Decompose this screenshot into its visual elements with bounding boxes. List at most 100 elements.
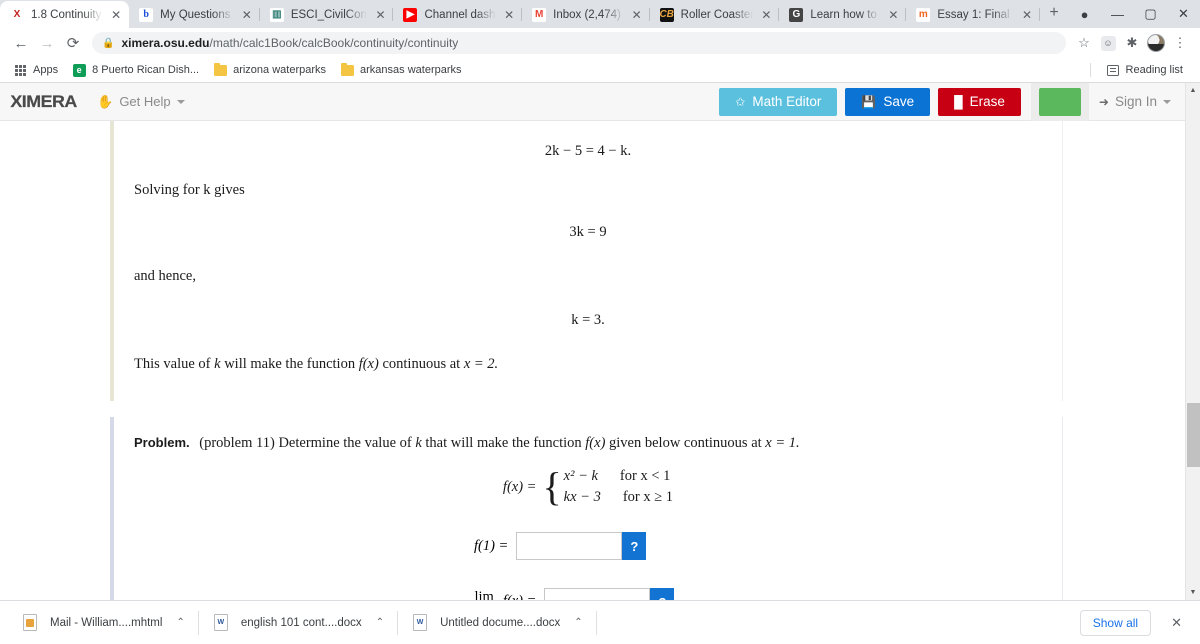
show-all-downloads-button[interactable]: Show all xyxy=(1079,609,1152,636)
bookmark-label: arizona waterparks xyxy=(233,64,327,76)
browser-tab-essay-1-final-draft[interactable]: m Essay 1: Final Draf ✕ xyxy=(906,1,1040,28)
download-item-english-101[interactable]: W english 101 cont....docx ⌃ xyxy=(199,601,399,644)
get-help-menu[interactable]: ✋ Get Help xyxy=(97,94,185,110)
piecewise-definition: f(x) = { x² − k for x < 1 kx − 3 for x ≥ 1 xyxy=(114,452,1062,508)
bookmark-arkansas-waterparks[interactable]: arkansas waterparks xyxy=(333,61,469,79)
tab-title: Essay 1: Final Draf xyxy=(937,8,1014,21)
forward-icon[interactable]: → xyxy=(34,30,60,56)
tab-close-icon[interactable]: ✕ xyxy=(240,8,254,22)
lesson-content: 2k − 5 = 4 − k. Solving for k gives 3k =… xyxy=(0,121,1185,600)
problem-number: (problem 11) xyxy=(199,435,275,451)
save-label: Save xyxy=(883,94,915,109)
tab-list: X 1.8 Continuity - Xi ✕ b My Questions |… xyxy=(0,0,1068,28)
page-viewport: XIMERA ✋ Get Help ✩ Math Editor 💾 Save █… xyxy=(0,83,1200,600)
download-item-untitled-document[interactable]: W Untitled docume....docx ⌃ xyxy=(398,601,597,644)
chevron-up-icon[interactable]: ⌃ xyxy=(574,617,582,628)
lock-icon: 🔒 xyxy=(102,37,115,49)
tab-close-icon[interactable]: ✕ xyxy=(759,8,773,22)
hint-button[interactable]: ? xyxy=(622,532,647,561)
extension-badge-icon[interactable]: ☺ xyxy=(1096,31,1120,55)
browser-tab-learn-how-to-improve[interactable]: G Learn how to imp ✕ xyxy=(779,1,907,28)
reading-list-icon xyxy=(1106,63,1120,77)
avatar[interactable] xyxy=(1144,31,1168,55)
bookmark-puerto-rican-dishes[interactable]: e 8 Puerto Rican Dish... xyxy=(65,61,206,79)
save-button[interactable]: 💾 Save xyxy=(845,87,931,116)
scrollbar-thumb[interactable] xyxy=(1187,403,1200,467)
solving-for-k-text: Solving for k gives xyxy=(114,160,1062,199)
bookmark-apps[interactable]: Apps xyxy=(6,61,65,79)
chrome-menu-icon[interactable]: ⋮ xyxy=(1168,31,1192,55)
answer-row-f-of-1: f(1) = ? xyxy=(114,508,1062,561)
statement-part-a: Determine the value of xyxy=(278,435,416,451)
close-window-button[interactable]: ✕ xyxy=(1167,0,1200,28)
browser-tab-channel-dashboard[interactable]: ▶ Channel dashboa ✕ xyxy=(393,1,522,28)
minimize-button[interactable]: — xyxy=(1101,0,1134,28)
bookmark-label: arkansas waterparks xyxy=(360,64,462,76)
tab-close-icon[interactable]: ✕ xyxy=(109,8,123,22)
equation-3k-equals-9: 3k = 9 xyxy=(569,224,607,240)
close-downloads-shelf-icon[interactable]: ✕ xyxy=(1161,615,1192,631)
tab-close-icon[interactable]: ✕ xyxy=(373,8,387,22)
limit-stack: lim x→1⁻ xyxy=(474,590,494,600)
equation-2k-minus-5: 2k − 5 = 4 − k. xyxy=(544,143,632,159)
limit-operator: lim xyxy=(474,589,494,600)
piecewise-row: kx − 3 for x ≥ 1 xyxy=(564,489,673,505)
green-status-button[interactable] xyxy=(1038,87,1081,116)
tab-close-icon[interactable]: ✕ xyxy=(886,8,900,22)
new-tab-button[interactable]: + xyxy=(1040,0,1068,27)
tab-title: ESCI_CivilConcent xyxy=(290,8,368,21)
tab-close-icon[interactable]: ✕ xyxy=(1020,8,1034,22)
ximera-logo[interactable]: XIMERA xyxy=(10,91,77,112)
problem-label: Problem. xyxy=(134,435,190,450)
browser-tab-esci-civilconcent[interactable]: ▥ ESCI_CivilConcent ✕ xyxy=(260,1,394,28)
maximize-button[interactable]: ▢ xyxy=(1134,0,1167,28)
bookmarks-bar: Apps e 8 Puerto Rican Dish... arizona wa… xyxy=(0,58,1200,83)
tab-title: 1.8 Continuity - Xi xyxy=(31,8,103,21)
sign-in-menu[interactable]: ➜ Sign In xyxy=(1089,83,1185,121)
chevron-up-icon[interactable]: ⌃ xyxy=(176,617,184,628)
tab-close-icon[interactable]: ✕ xyxy=(630,8,644,22)
browser-tab-roller-coaster[interactable]: CB Roller Coaster Da ✕ xyxy=(650,1,780,28)
navigation-toolbar: ← → ⟳ 🔒 ximera.osu.edu/math/calc1Book/ca… xyxy=(0,28,1200,58)
page-content-area: XIMERA ✋ Get Help ✩ Math Editor 💾 Save █… xyxy=(0,83,1185,600)
bookmark-label: Apps xyxy=(33,64,59,76)
bookmark-arizona-waterparks[interactable]: arizona waterparks xyxy=(206,61,333,79)
reading-list-button[interactable]: Reading list xyxy=(1099,61,1190,79)
chevron-down-icon xyxy=(1163,99,1171,104)
hint-button[interactable]: ? xyxy=(650,588,675,600)
piecewise-expr: kx − 3 xyxy=(563,489,601,506)
answer-label: lim x→1⁻ f(x) = xyxy=(474,590,536,600)
conclusion-text: This value of k will make the function f… xyxy=(114,329,1062,401)
answer-input-f-of-1[interactable] xyxy=(516,532,623,561)
profile-indicator-icon[interactable]: ● xyxy=(1068,0,1101,28)
reload-icon[interactable]: ⟳ xyxy=(60,30,86,56)
browser-tab-my-questions[interactable]: b My Questions | ba ✕ xyxy=(129,1,260,28)
page-scrollbar[interactable]: ▲ ▼ xyxy=(1185,83,1200,600)
address-bar[interactable]: 🔒 ximera.osu.edu/math/calc1Book/calcBook… xyxy=(92,32,1066,54)
answer-input-left-limit[interactable] xyxy=(544,588,651,600)
folder-icon xyxy=(213,62,227,77)
divider xyxy=(1089,63,1091,77)
wand-icon: ✩ xyxy=(735,94,746,109)
scroll-up-arrow-icon[interactable]: ▲ xyxy=(1186,83,1200,98)
scroll-down-arrow-icon[interactable]: ▼ xyxy=(1186,585,1200,600)
erase-button[interactable]: █ Erase xyxy=(938,87,1021,116)
math-editor-button[interactable]: ✩ Math Editor xyxy=(719,87,838,116)
answer-input-group: ? xyxy=(544,588,675,600)
answer-label-text: f(1) = xyxy=(474,537,509,554)
hand-icon: ✋ xyxy=(97,93,114,109)
chevron-up-icon[interactable]: ⌃ xyxy=(376,617,384,628)
browser-tab-1-8-continuity[interactable]: X 1.8 Continuity - Xi ✕ xyxy=(0,1,130,28)
limit-suffix: f(x) = xyxy=(503,593,537,600)
back-icon[interactable]: ← xyxy=(8,30,34,56)
esci-icon: ▥ xyxy=(269,7,284,22)
download-item-mail[interactable]: Mail - William....mhtml ⌃ xyxy=(8,601,199,644)
downloads-shelf-right: Show all ✕ xyxy=(1079,609,1192,636)
browser-tab-inbox-gmail[interactable]: M Inbox (2,474) - wi ✕ xyxy=(522,1,650,28)
url-domain: ximera.osu.edu xyxy=(121,36,210,50)
bookmark-star-icon[interactable]: ☆ xyxy=(1072,31,1096,55)
puzzle-extensions-icon[interactable]: ✱ xyxy=(1120,31,1144,55)
ximera-navbar: XIMERA ✋ Get Help ✩ Math Editor 💾 Save █… xyxy=(0,83,1185,121)
folder-icon xyxy=(340,62,354,77)
tab-close-icon[interactable]: ✕ xyxy=(502,8,516,22)
